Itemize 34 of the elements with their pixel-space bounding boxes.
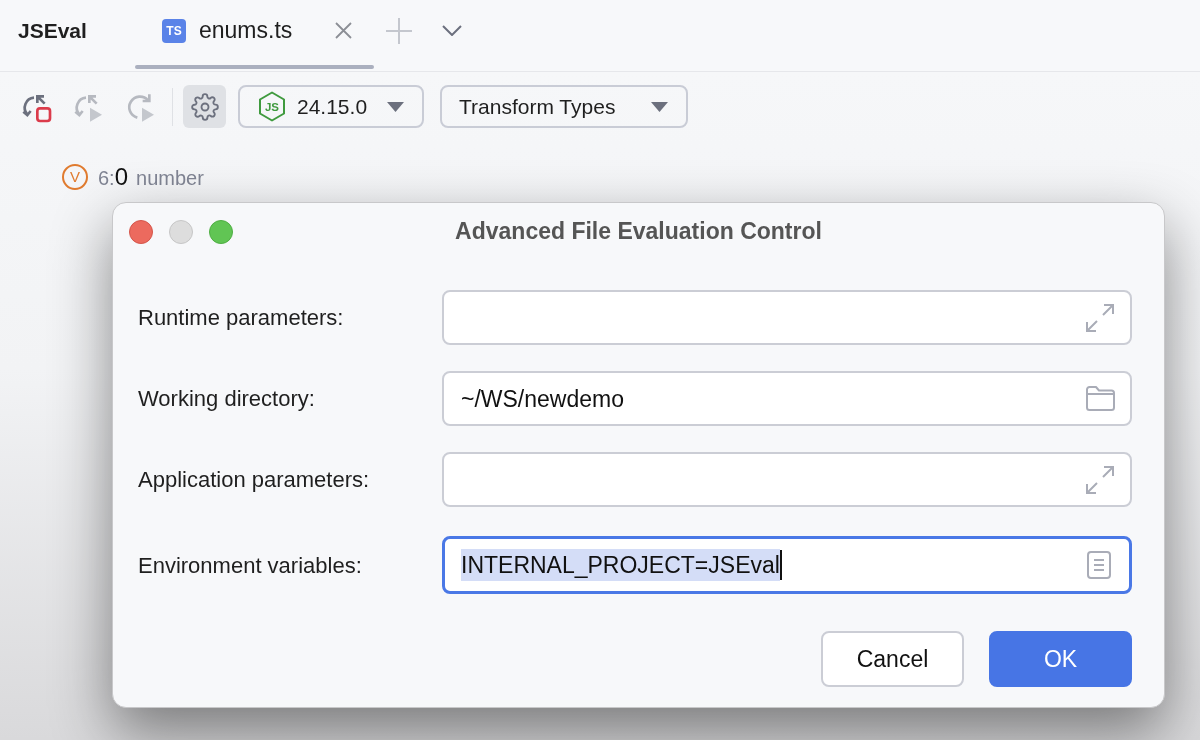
field-label: Runtime parameters: [138,304,345,332]
window-zoom-icon[interactable] [209,219,233,244]
file-type-icon: TS [162,18,186,43]
dialog-title: Advanced File Evaluation Control [455,217,822,247]
input-field[interactable]: ~/WS/newdemo [442,371,1132,426]
result-value: 0 [114,162,129,192]
settings-icon [190,92,219,121]
project-title: JSEval [18,17,87,44]
plus-icon[interactable] [386,17,413,44]
expand-icon[interactable] [1085,464,1115,495]
runtime-dropdown[interactable]: JS 24.15.0 [238,85,424,128]
close-icon[interactable] [335,22,353,39]
caret-down-icon [387,101,404,112]
variable-badge: V [62,164,88,190]
cancel-button[interactable]: Cancel [821,631,964,687]
window-close-icon[interactable] [129,219,153,244]
transform-dropdown[interactable]: Transform Types [440,85,688,128]
input-field[interactable] [442,290,1132,345]
settings-button[interactable] [183,85,226,128]
field-label: Application parameters: [138,466,371,494]
editor-tab[interactable]: TS enums.ts [135,0,375,71]
input-field[interactable]: INTERNAL_PROJECT=JSEval [442,536,1132,594]
document-icon[interactable] [1087,551,1111,579]
input-field[interactable] [442,452,1132,507]
expand-icon[interactable] [1085,302,1115,333]
hexagon-icon: JS [258,91,286,122]
field-label: Environment variables: [138,551,363,580]
position-label: 6: [98,166,115,191]
confirm-button[interactable]: OK [989,631,1132,687]
type-label: number [136,166,204,191]
field-label: Working directory: [138,385,316,413]
folder-icon[interactable] [1086,386,1115,411]
caret-down-icon [651,101,668,112]
chevron-down-icon[interactable] [442,25,463,36]
